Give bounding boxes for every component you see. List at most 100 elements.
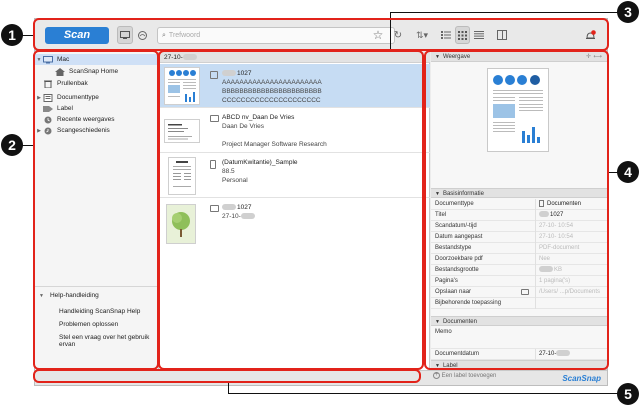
label-header-label: Label <box>442 363 458 369</box>
sidebar-item-scangeschiedenis[interactable]: ▶ Scangeschiedenis <box>35 125 159 136</box>
list-item-line: Daan De Vries <box>222 123 265 130</box>
expand-triangle-icon[interactable]: ▼ <box>35 57 43 63</box>
scan-button[interactable]: Scan <box>45 27 109 44</box>
list-item-line: AAAAAAAAAAAAAAAAAAAAAAA <box>222 79 322 86</box>
prop-value: Nee <box>539 256 551 262</box>
prop-bestandsgrootte: Bestandsgrootte KB <box>431 265 607 276</box>
leader-line <box>228 393 618 394</box>
prop-memo[interactable]: Memo <box>431 327 607 349</box>
redacted-text <box>556 350 571 357</box>
prop-value: PDF-document <box>539 245 580 251</box>
leader-line <box>390 12 619 13</box>
photo-preview-image <box>167 205 195 243</box>
prop-key: Doorzoekbare pdf <box>435 256 483 262</box>
column-divider <box>535 221 536 232</box>
prop-key: Documentdatum <box>435 351 480 357</box>
sidebar-item-label: Label <box>57 105 73 112</box>
sidebar-item-prullenbak[interactable]: Prullenbak <box>35 78 159 89</box>
sidebar: ▼ Mac ScanSnap Home Prullenbak ▶ Documen… <box>35 52 159 370</box>
thumbnail-view-icon[interactable] <box>455 26 470 44</box>
search-icon: ⌕ <box>162 32 166 39</box>
sort-icon[interactable]: ⇅▾ <box>411 26 433 44</box>
prop-key: Bestandsgrootte <box>435 267 479 273</box>
document-preview <box>487 68 549 152</box>
add-label-button[interactable]: + Een label toevoegen <box>433 372 496 379</box>
help-item-stel-een-vraag[interactable]: Stel een vraag over het gebruik ervan <box>59 334 158 348</box>
collapse-triangle-icon[interactable]: ▼ <box>435 54 440 60</box>
cloud-icon[interactable] <box>134 26 150 44</box>
help-item-scansnap-help[interactable]: Handleiding ScanSnap Help <box>59 308 140 315</box>
preview-header-label: Weergave <box>442 54 471 60</box>
list-item[interactable]: (DatumKwitantie)_Sample 88.5 Personal <box>160 154 430 198</box>
list-item-text: (DatumKwitantie)_Sample 88.5 Personal <box>222 158 298 185</box>
sidebar-item-scansnap-home[interactable]: ScanSnap Home <box>35 66 159 77</box>
panel-icon[interactable] <box>495 26 509 44</box>
list-item[interactable]: 1027 AAAAAAAAAAAAAAAAAAAAAAA BBBBBBBBBBB… <box>160 64 430 108</box>
document-list: 27-10- 1027 AAAAAAAAAAAAAAAAAAAAAAA BBBB… <box>160 52 430 370</box>
list-item-line: 88.5 <box>222 168 235 175</box>
column-divider <box>535 243 536 254</box>
documents-header-label: Documenten <box>442 319 477 325</box>
prop-value-text: KB <box>554 267 563 273</box>
column-divider <box>535 199 536 210</box>
scanner-view-icon[interactable] <box>117 26 133 44</box>
help-header[interactable]: ▼ Help-handleiding <box>39 292 99 299</box>
recent-icon <box>43 116 53 124</box>
prop-value[interactable]: Documenten <box>539 199 581 210</box>
prop-key: Opslaan naar <box>435 289 472 295</box>
callout-4: 4 <box>617 161 639 183</box>
search-input[interactable]: ⌕ Trefwoord <box>157 27 395 44</box>
expand-arrows-icon[interactable]: ✛ <box>586 52 591 62</box>
history-icon <box>43 127 53 135</box>
help-item-problemen-oplossen[interactable]: Problemen oplossen <box>59 321 118 328</box>
callout-1: 1 <box>1 24 23 46</box>
search-placeholder: Trefwoord <box>168 32 201 39</box>
more-icon[interactable]: ⟷ <box>593 52 602 62</box>
list-item-title: 1027 <box>237 70 252 77</box>
detail-view-icon[interactable] <box>472 26 486 44</box>
prop-key: Documenttype <box>435 201 474 207</box>
prop-key: Memo <box>435 329 452 335</box>
list-item[interactable]: 1027 27-10- <box>160 199 430 249</box>
expand-triangle-icon[interactable]: ▶ <box>35 128 43 134</box>
prop-value[interactable]: 27-10- <box>539 349 571 360</box>
sidebar-item-label-tag[interactable]: Label <box>35 103 159 114</box>
date-group-header: 27-10- <box>160 52 430 63</box>
sidebar-item-mac[interactable]: ▼ Mac <box>35 54 159 65</box>
list-view-icon[interactable] <box>439 26 453 44</box>
sidebar-item-label: Documenttype <box>57 94 99 101</box>
refresh-icon[interactable]: ↻ <box>391 26 405 44</box>
expand-triangle-icon[interactable]: ▼ <box>39 293 44 299</box>
computer-icon <box>43 55 53 64</box>
collapse-triangle-icon[interactable]: ▼ <box>435 191 440 197</box>
prop-bijbehorende-toepassing: Bijbehorende toepassing <box>431 298 607 309</box>
redacted-text <box>240 213 255 220</box>
folder-icon[interactable] <box>521 289 529 295</box>
notification-bell-icon[interactable] <box>583 26 597 44</box>
help-header-label: Help-handleiding <box>49 292 99 299</box>
star-icon[interactable]: ☆ <box>371 26 385 44</box>
collapse-triangle-icon[interactable]: ▼ <box>435 363 440 369</box>
label-icon <box>43 105 53 113</box>
label-section-header[interactable]: ▼ Label <box>431 360 607 370</box>
document-thumbnail <box>168 157 196 195</box>
prop-key: Titel <box>435 212 447 218</box>
prop-scandatum: Scandatum/-tijd 27-10- 10:54 <box>431 221 607 232</box>
leader-line <box>22 145 34 146</box>
documents-section-header[interactable]: ▼ Documenten <box>431 316 607 326</box>
document-type-icon <box>210 71 218 79</box>
prop-value[interactable]: 1027 <box>539 210 563 221</box>
sidebar-item-documenttype[interactable]: ▶ Documenttype <box>35 92 159 103</box>
collapse-triangle-icon[interactable]: ▼ <box>435 319 440 325</box>
expand-triangle-icon[interactable]: ▶ <box>35 95 43 101</box>
document-thumbnail <box>166 204 196 244</box>
preview-section-header[interactable]: ▼ Weergave ✛ ⟷ <box>431 52 607 62</box>
sidebar-item-label: Prullenbak <box>57 80 88 87</box>
document-type-icon <box>43 93 53 102</box>
prop-bestandstype: Bestandstype PDF-document <box>431 243 607 254</box>
sidebar-item-recente-weergaves[interactable]: Recente weergaves <box>35 114 159 125</box>
prop-value-text: Documenten <box>547 201 582 207</box>
scansnap-home-window: Scan ⌕ Trefwoord ☆ ↻ ⇅▾ ▼ Mac ScanSnap H… <box>34 18 608 386</box>
list-item[interactable]: ABCD nv_Daan De Vries Daan De Vries Proj… <box>160 109 430 153</box>
basis-section-header[interactable]: ▼ Basisinformatie <box>431 188 607 198</box>
